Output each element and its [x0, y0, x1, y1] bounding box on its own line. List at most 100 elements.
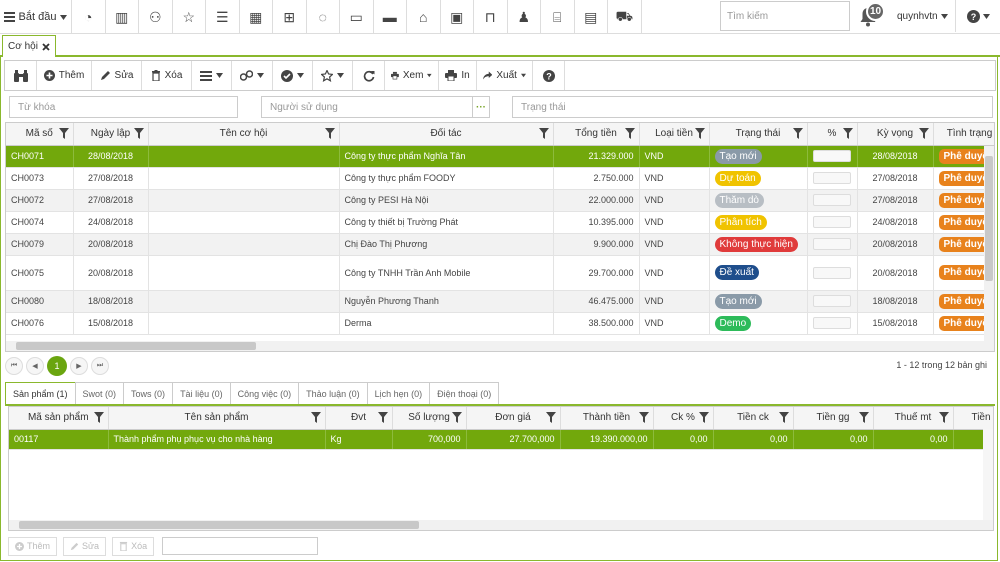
credit-card-icon[interactable]: ▬: [374, 0, 407, 34]
card-icon[interactable]: ▭: [340, 0, 374, 34]
column-header[interactable]: Tình trạng: [933, 123, 994, 146]
detail-tab[interactable]: Sản phẩm (1): [5, 382, 76, 404]
approve-menu-button[interactable]: [273, 61, 313, 90]
filter-icon[interactable]: [538, 128, 549, 139]
detail-tab[interactable]: Thảo luận (0): [298, 382, 368, 404]
help-button[interactable]: ?: [533, 61, 565, 90]
table-row[interactable]: CH0080 18/08/2018 Nguyễn Phương Thanh 46.47…: [6, 290, 994, 313]
table-row[interactable]: CH0072 27/08/2018 Công ty PESI Hà Nội 22.00…: [6, 189, 994, 212]
table-row[interactable]: CH0071 28/08/2018 Công ty thực phẩm Nghĩa …: [6, 145, 994, 168]
detail-tab[interactable]: Tows (0): [123, 382, 174, 404]
detail-delete-button[interactable]: Xóa: [112, 536, 155, 556]
filter-icon[interactable]: [778, 412, 789, 423]
last-page-button[interactable]: ⏭: [91, 357, 109, 375]
column-header[interactable]: Tên cơ hội: [148, 123, 340, 146]
table-row[interactable]: CH0075 20/08/2018 Công ty TNHH Trần Anh Mo…: [6, 255, 994, 291]
vertical-scrollbar[interactable]: [984, 146, 994, 341]
table-row[interactable]: 00117 Thành phẩm phụ phục vụ cho nhà hàng…: [9, 429, 993, 450]
horizontal-scrollbar[interactable]: [6, 341, 994, 351]
column-header[interactable]: Kỳ vọng: [857, 123, 934, 146]
close-icon[interactable]: [42, 42, 50, 51]
table-row[interactable]: CH0079 20/08/2018 Chị Đào Thị Phương 9.900.…: [6, 233, 994, 256]
user-menu[interactable]: quynhvtn: [897, 0, 948, 32]
filter-icon[interactable]: [310, 412, 321, 423]
bank-icon[interactable]: ⌂: [407, 0, 441, 34]
next-page-button[interactable]: ▶: [70, 357, 88, 375]
detail-tab[interactable]: Lịch hẹn (0): [366, 382, 431, 404]
person-icon[interactable]: ♟: [508, 0, 541, 34]
money-icon[interactable]: ▣: [441, 0, 474, 34]
table-row[interactable]: CH0076 15/08/2018 Derma 38.500.000 VND Demo 15…: [6, 312, 994, 335]
column-header[interactable]: Đvt: [325, 407, 393, 430]
column-header[interactable]: Tiền: [953, 407, 993, 430]
scroll-thumb[interactable]: [985, 156, 993, 281]
column-header[interactable]: Ck %: [653, 407, 714, 430]
bookmark-icon[interactable]: ⊓: [474, 0, 508, 34]
column-header[interactable]: Số lượng: [392, 407, 467, 430]
filter-icon[interactable]: [842, 128, 853, 139]
detail-quick-input[interactable]: [162, 537, 319, 555]
detail-tab[interactable]: Swot (0): [74, 382, 125, 404]
scroll-thumb[interactable]: [16, 342, 256, 350]
dashboard-icon[interactable]: ◔: [72, 0, 106, 34]
column-header[interactable]: Tên sản phẩm: [108, 407, 326, 430]
column-header[interactable]: Đơn giá: [466, 407, 561, 430]
prev-page-button[interactable]: ◀: [26, 357, 44, 375]
start-menu-button[interactable]: Bắt đầu: [0, 0, 72, 34]
briefcase-icon[interactable]: ▤: [575, 0, 608, 34]
vertical-scrollbar[interactable]: [983, 429, 993, 520]
filter-icon[interactable]: [918, 128, 929, 139]
filter-icon[interactable]: [858, 412, 869, 423]
filter-icon[interactable]: [93, 412, 104, 423]
top-search-input[interactable]: Tìm kiếm: [720, 1, 850, 31]
cart-icon[interactable]: ⛟: [608, 0, 642, 34]
detail-edit-button[interactable]: Sửa: [63, 536, 107, 556]
detail-add-button[interactable]: Thêm: [8, 536, 58, 556]
filter-icon[interactable]: [938, 412, 949, 423]
table-row[interactable]: CH0073 27/08/2018 Công ty thực phẩm FOODY 2…: [6, 167, 994, 190]
filter-icon[interactable]: [324, 128, 335, 139]
filter-icon[interactable]: [638, 412, 649, 423]
tab-co-hoi[interactable]: Cơ hội: [2, 35, 56, 57]
help-menu[interactable]: ?: [955, 0, 1000, 32]
filter-icon[interactable]: [58, 128, 69, 139]
filter-icon[interactable]: [545, 412, 556, 423]
detail-tab[interactable]: Công việc (0): [229, 382, 300, 404]
export-menu-button[interactable]: Xuất: [477, 61, 533, 90]
link-menu-button[interactable]: [232, 61, 273, 90]
column-header[interactable]: Tiền ck: [713, 407, 794, 430]
list-icon[interactable]: ☰: [206, 0, 240, 34]
first-page-button[interactable]: ⏮: [5, 357, 23, 375]
rating-menu-button[interactable]: [313, 61, 353, 90]
view-menu-button[interactable]: Xem: [385, 61, 439, 90]
add-button[interactable]: Thêm: [37, 61, 92, 90]
bar-chart-icon[interactable]: ▥: [106, 0, 139, 34]
user-filter-input[interactable]: Người sử dụng: [261, 96, 473, 118]
column-header[interactable]: Đối tác: [339, 123, 554, 146]
shop-icon[interactable]: ⌸: [541, 0, 575, 34]
column-header[interactable]: Mã số: [6, 123, 74, 146]
status-filter-input[interactable]: Trạng thái: [512, 96, 993, 118]
horizontal-scrollbar[interactable]: [9, 520, 993, 530]
filter-icon[interactable]: [792, 128, 803, 139]
edit-button[interactable]: Sửa: [92, 61, 142, 90]
table-row[interactable]: CH0074 24/08/2018 Công ty thiết bị Trường …: [6, 211, 994, 234]
detail-tab[interactable]: Tài liệu (0): [172, 382, 231, 404]
keyword-filter-input[interactable]: Từ khóa: [9, 96, 238, 118]
filter-icon[interactable]: [133, 128, 144, 139]
filter-icon[interactable]: [694, 128, 705, 139]
calendar-icon[interactable]: ▦: [240, 0, 273, 34]
list-menu-button[interactable]: [192, 61, 232, 90]
user-picker-button[interactable]: ···: [472, 96, 490, 118]
detail-tab[interactable]: Điện thoại (0): [429, 382, 500, 404]
column-header[interactable]: Ngày lập: [73, 123, 149, 146]
refresh-button[interactable]: [353, 61, 385, 90]
calendar-plus-icon[interactable]: ⊞: [273, 0, 307, 34]
spinner-icon[interactable]: ◌: [307, 0, 340, 34]
print-button[interactable]: In: [439, 61, 477, 90]
filter-icon[interactable]: [624, 128, 635, 139]
column-header[interactable]: %: [807, 123, 858, 146]
user-icon[interactable]: ⚇: [139, 0, 173, 34]
column-header[interactable]: Trạng thái: [709, 123, 808, 146]
column-header[interactable]: Thuế mt: [873, 407, 954, 430]
